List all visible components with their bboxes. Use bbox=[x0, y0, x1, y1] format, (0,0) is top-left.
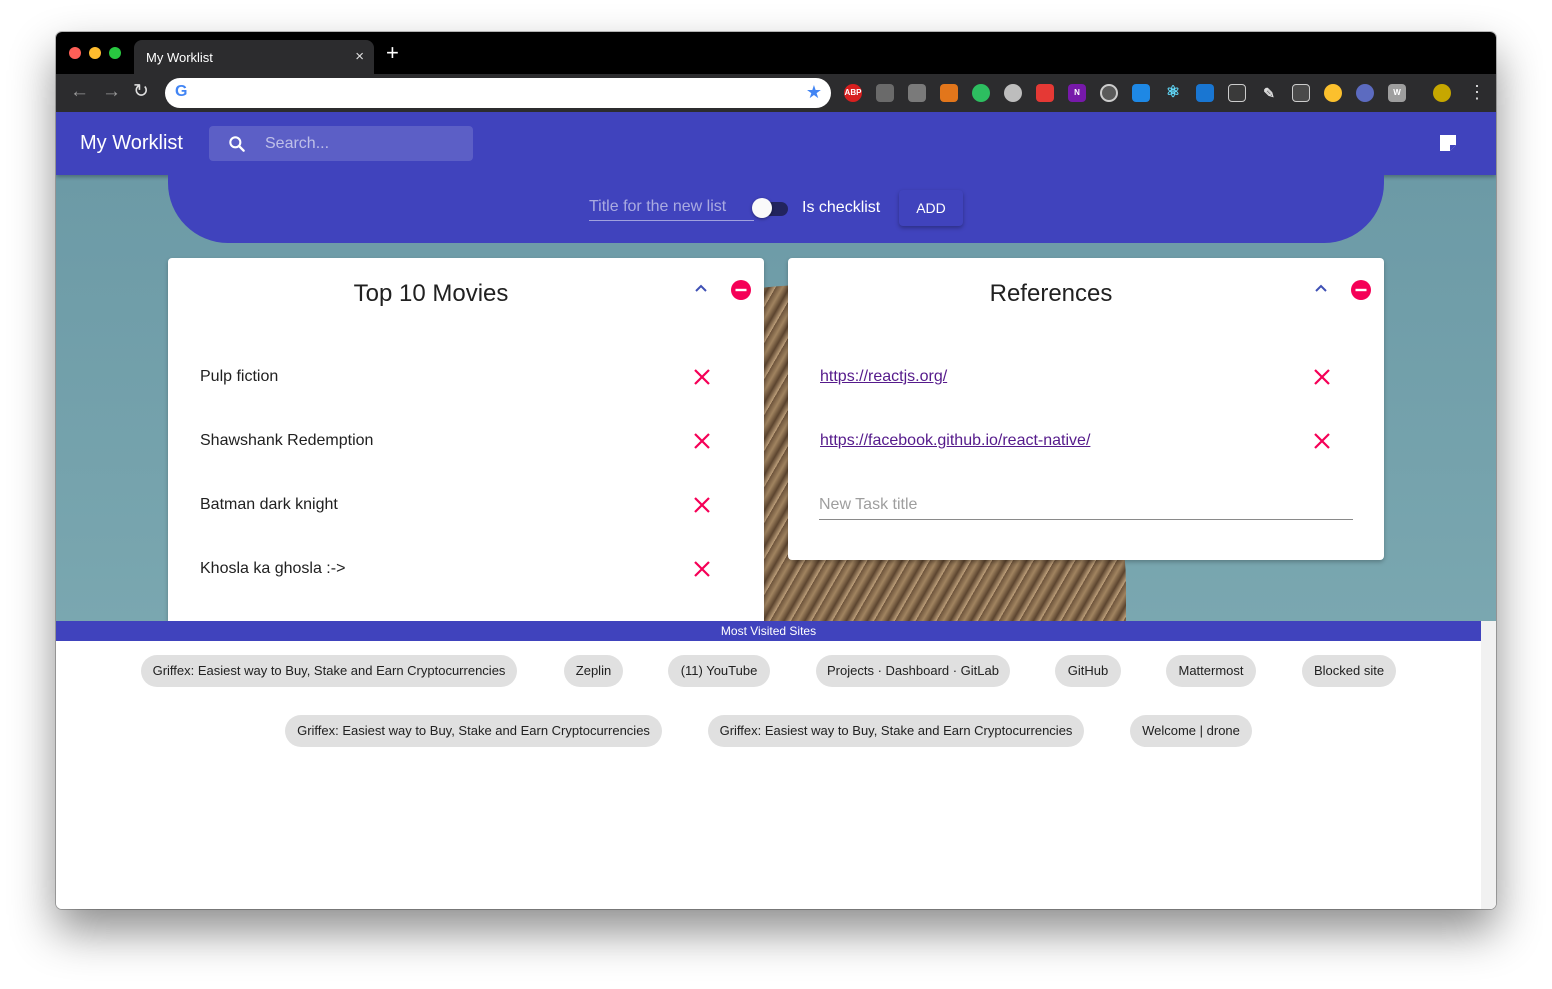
new-list-title-input[interactable] bbox=[589, 193, 754, 221]
app-page: My Worklist Is checklist ADD Top 10 Mov bbox=[56, 112, 1496, 909]
list-item-text: Shawshank Redemption bbox=[200, 432, 374, 449]
metamask-extension-icon[interactable] bbox=[940, 84, 958, 102]
minimize-window-button[interactable] bbox=[89, 47, 101, 59]
google-icon: G bbox=[175, 83, 188, 100]
close-window-button[interactable] bbox=[69, 47, 81, 59]
tab-close-icon[interactable]: × bbox=[355, 48, 364, 65]
site-chip[interactable]: Blocked site bbox=[1302, 655, 1396, 687]
app-bar: My Worklist bbox=[56, 112, 1496, 175]
search-input[interactable] bbox=[265, 134, 455, 154]
checklist-label: Is checklist bbox=[802, 199, 881, 216]
list-card-movies: Top 10 Movies Pulp fiction Shawshank Red… bbox=[168, 258, 764, 678]
list-title: Top 10 Movies bbox=[353, 280, 509, 307]
app-title: My Worklist bbox=[80, 132, 183, 154]
extension-icon[interactable] bbox=[1004, 84, 1022, 102]
pen-extension-icon[interactable]: ✎ bbox=[1260, 84, 1278, 102]
list-card-references: References https://reactjs.org/ https://… bbox=[788, 258, 1384, 560]
new-task-input[interactable] bbox=[819, 490, 1353, 520]
list-item-text: Pulp fiction bbox=[200, 368, 279, 385]
react-devtools-icon[interactable]: ⚛ bbox=[1164, 84, 1182, 102]
most-visited-panel: Most Visited Sites Griffex: Easiest way … bbox=[56, 621, 1496, 909]
list-item-text: Khosla ka ghosla :-> bbox=[200, 560, 346, 577]
back-icon[interactable]: ← bbox=[70, 82, 89, 102]
extension-icon[interactable] bbox=[1324, 84, 1342, 102]
delete-item-icon[interactable] bbox=[692, 431, 712, 451]
search-box[interactable] bbox=[209, 126, 473, 161]
tab-title: My Worklist bbox=[146, 50, 213, 65]
profile-avatar[interactable] bbox=[1433, 84, 1451, 102]
address-bar[interactable]: G ★ bbox=[165, 78, 831, 108]
site-chip[interactable]: Griffex: Easiest way to Buy, Stake and E… bbox=[141, 655, 517, 687]
delete-item-icon[interactable] bbox=[692, 559, 712, 579]
site-chip[interactable]: Projects · Dashboard · GitLab bbox=[816, 655, 1010, 687]
chevron-up-icon[interactable] bbox=[1312, 280, 1330, 298]
new-tab-button[interactable]: + bbox=[386, 42, 399, 64]
search-icon bbox=[229, 136, 245, 152]
list-item: Batman dark knight bbox=[200, 491, 720, 519]
browser-window: My Worklist × + ← → ↻ G ★ ABP N ⚛ ✎ W ⋮ bbox=[56, 32, 1496, 909]
bookmark-star-icon[interactable]: ★ bbox=[806, 82, 822, 103]
list-item: https://reactjs.org/ bbox=[820, 363, 1340, 391]
notion-extension-icon[interactable] bbox=[1228, 84, 1246, 102]
extension-icon[interactable] bbox=[1292, 84, 1310, 102]
adblock-extension-icon[interactable]: ABP bbox=[844, 84, 862, 102]
list-item-link[interactable]: https://facebook.github.io/react-native/ bbox=[820, 432, 1090, 450]
extension-icon[interactable]: W bbox=[1388, 84, 1406, 102]
chevron-up-icon[interactable] bbox=[692, 280, 710, 298]
list-item: Shawshank Redemption bbox=[200, 427, 720, 455]
tab-strip: My Worklist × + bbox=[56, 32, 1496, 74]
extension-icon[interactable] bbox=[1036, 84, 1054, 102]
site-chip[interactable]: (11) YouTube bbox=[668, 655, 770, 687]
remove-list-icon[interactable] bbox=[730, 279, 752, 301]
extension-icon[interactable] bbox=[1196, 84, 1214, 102]
extension-icon[interactable] bbox=[1356, 84, 1374, 102]
url-input[interactable] bbox=[197, 83, 797, 103]
pocket-extension-icon[interactable] bbox=[876, 84, 894, 102]
site-chip[interactable]: Mattermost bbox=[1166, 655, 1256, 687]
new-list-form: Is checklist ADD bbox=[168, 175, 1384, 243]
site-chip[interactable]: Griffex: Easiest way to Buy, Stake and E… bbox=[285, 715, 662, 747]
browser-menu-icon[interactable]: ⋮ bbox=[1468, 82, 1486, 102]
site-chip[interactable]: Zeplin bbox=[564, 655, 623, 687]
add-list-button[interactable]: ADD bbox=[899, 190, 963, 226]
site-chip[interactable]: Griffex: Easiest way to Buy, Stake and E… bbox=[708, 715, 1084, 747]
extension-icon[interactable] bbox=[1100, 84, 1118, 102]
checklist-toggle-knob[interactable] bbox=[752, 198, 772, 218]
evernote-extension-icon[interactable] bbox=[972, 84, 990, 102]
list-item-text: Batman dark knight bbox=[200, 496, 338, 513]
delete-item-icon[interactable] bbox=[692, 367, 712, 387]
browser-tab[interactable]: My Worklist × bbox=[134, 40, 374, 74]
onenote-extension-icon[interactable]: N bbox=[1068, 84, 1086, 102]
remove-list-icon[interactable] bbox=[1350, 279, 1372, 301]
most-visited-header: Most Visited Sites bbox=[56, 621, 1481, 641]
site-chip[interactable]: Welcome | drone bbox=[1130, 715, 1252, 747]
site-chip[interactable]: GitHub bbox=[1055, 655, 1121, 687]
extension-icon[interactable] bbox=[908, 84, 926, 102]
browser-toolbar: ← → ↻ G ★ ABP N ⚛ ✎ W ⋮ bbox=[56, 74, 1496, 112]
delete-item-icon[interactable] bbox=[692, 495, 712, 515]
list-item: Pulp fiction bbox=[200, 363, 720, 391]
delete-item-icon[interactable] bbox=[1312, 367, 1332, 387]
extension-icon[interactable] bbox=[1132, 84, 1150, 102]
reload-icon[interactable]: ↻ bbox=[133, 82, 149, 102]
list-title: References bbox=[989, 280, 1113, 307]
list-item: Khosla ka ghosla :-> bbox=[200, 555, 720, 583]
delete-item-icon[interactable] bbox=[1312, 431, 1332, 451]
list-item-link[interactable]: https://reactjs.org/ bbox=[820, 368, 947, 386]
forward-icon[interactable]: → bbox=[102, 82, 121, 102]
list-item: https://facebook.github.io/react-native/ bbox=[820, 427, 1340, 455]
maximize-window-button[interactable] bbox=[109, 47, 121, 59]
note-icon[interactable] bbox=[1438, 134, 1458, 152]
